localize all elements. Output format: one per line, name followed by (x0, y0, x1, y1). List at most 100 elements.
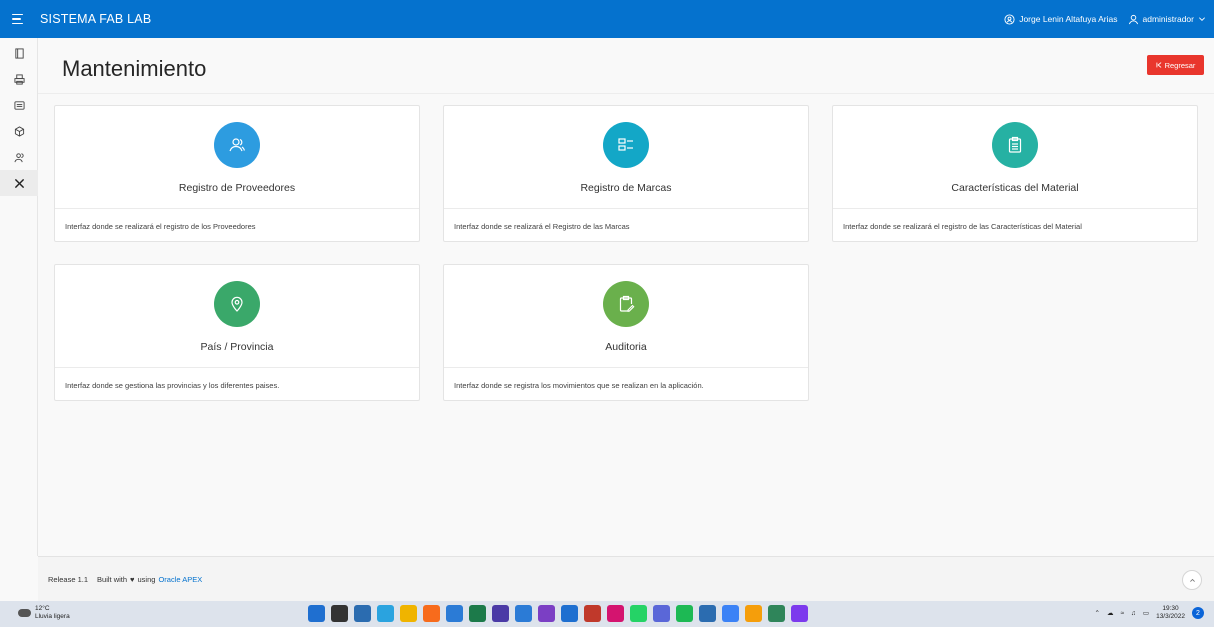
card-divider (444, 208, 808, 209)
taskbar-app-icon[interactable] (538, 605, 555, 622)
card-description: Interfaz donde se realizará el Registro … (454, 222, 630, 231)
card-auditoria[interactable]: Auditoria Interfaz donde se registra los… (443, 264, 809, 401)
chevron-down-icon (1199, 17, 1205, 21)
built-with-using: using (137, 574, 156, 584)
taskbar-app-icon[interactable] (630, 605, 647, 622)
oracle-apex-link[interactable]: Oracle APEX (158, 575, 202, 584)
card-registro-marcas[interactable]: Registro de Marcas Interfaz donde se rea… (443, 105, 809, 242)
taskbar-app-icon[interactable] (768, 605, 785, 622)
card-divider (55, 367, 419, 368)
card-title: Auditoria (605, 341, 647, 353)
card-description: Interfaz donde se registra los movimient… (454, 381, 704, 390)
built-with-text: Built with ♥ using Oracle APEX (97, 575, 202, 584)
taskbar-app-icon[interactable] (699, 605, 716, 622)
clipboard-list-icon (1008, 136, 1022, 153)
volume-icon[interactable]: ♫ (1131, 610, 1136, 617)
chevron-up-icon[interactable]: ⌃ (1095, 609, 1100, 617)
heart-icon: ♥ (130, 574, 135, 584)
user-role: administrador (1142, 14, 1195, 24)
top-app-bar: SISTEMA FAB LAB Jorge Lenin Altafuya Ari… (0, 0, 1214, 38)
card-icon-circle (214, 281, 260, 327)
scroll-to-top-button[interactable] (1182, 570, 1202, 590)
card-pais-provincia[interactable]: País / Provincia Interfaz donde se gesti… (54, 264, 420, 401)
card-caracteristicas-material[interactable]: Características del Material Interfaz do… (832, 105, 1198, 242)
page-title: Mantenimiento (62, 56, 207, 81)
cloud-icon (18, 609, 31, 617)
nav-item-cube[interactable] (0, 118, 38, 144)
taskbar-app-icon[interactable] (745, 605, 762, 622)
os-taskbar: 12°C Lluvia ligera ⌃ ☁ ≈ ♫ ▭ 19:30 13/3/… (0, 601, 1214, 627)
taskbar-app-icon[interactable] (584, 605, 601, 622)
temperature: 12°C (35, 605, 50, 612)
cloud-icon[interactable]: ☁ (1107, 609, 1114, 617)
nav-item-users[interactable] (0, 144, 38, 170)
clock-time: 19:30 (1162, 605, 1179, 612)
main-content: Mantenimiento Regresar Registro de Prove… (38, 38, 1214, 556)
nav-item-printer[interactable] (0, 66, 38, 92)
taskbar-app-icon[interactable] (653, 605, 670, 622)
clock-date: 13/3/2022 (1156, 613, 1185, 620)
taskbar-app-icon[interactable] (377, 605, 394, 622)
card-title: País / Provincia (200, 341, 274, 353)
back-button[interactable]: Regresar (1147, 55, 1204, 75)
card-divider (444, 367, 808, 368)
wifi-icon[interactable]: ≈ (1120, 610, 1124, 617)
taskbar-app-icon[interactable] (515, 605, 532, 622)
nav-item-tools[interactable] (0, 170, 38, 196)
card-icon-circle (992, 122, 1038, 168)
user-role-menu[interactable]: administrador (1128, 14, 1207, 25)
card-description: Interfaz donde se realizará el registro … (65, 222, 256, 231)
back-button-label: Regresar (1164, 60, 1196, 70)
list-icon (618, 138, 633, 151)
clipboard-edit-icon (619, 295, 635, 312)
weather-widget[interactable]: 12°C Lluvia ligera (18, 605, 70, 621)
system-tray: ⌃ ☁ ≈ ♫ ▭ 19:30 13/3/2022 2 (1095, 605, 1204, 621)
taskbar-app-icon[interactable] (492, 605, 509, 622)
user-name-menu[interactable]: Jorge Lenin Altafuya Arias (1004, 13, 1118, 25)
users-icon (13, 152, 24, 162)
card-registro-proveedores[interactable]: Registro de Proveedores Interfaz donde s… (54, 105, 420, 242)
card-title: Registro de Proveedores (178, 182, 296, 194)
users-icon (229, 138, 245, 152)
battery-icon[interactable]: ▭ (1143, 609, 1149, 617)
taskbar-app-icon[interactable] (400, 605, 417, 622)
user-icon (1128, 14, 1138, 24)
chevron-up-icon (1189, 578, 1195, 582)
user-badge-icon (1004, 13, 1015, 25)
hamburger-menu-icon[interactable] (12, 10, 30, 28)
cube-icon (14, 125, 24, 137)
list-box-icon (13, 100, 25, 110)
taskbar-app-icon[interactable] (446, 605, 463, 622)
app-title[interactable]: SISTEMA FAB LAB (40, 12, 151, 26)
taskbar-app-icon[interactable] (423, 605, 440, 622)
weather-condition: Lluvia ligera (35, 613, 70, 620)
file-icon (14, 47, 24, 59)
clock[interactable]: 19:30 13/3/2022 (1156, 605, 1185, 621)
map-pin-icon (231, 296, 243, 312)
notification-badge[interactable]: 2 (1192, 607, 1204, 619)
nav-item-list[interactable] (0, 92, 38, 118)
taskbar-app-icon[interactable] (354, 605, 371, 622)
card-title: Registro de Marcas (580, 182, 672, 194)
taskbar-app-icon[interactable] (722, 605, 739, 622)
card-divider (833, 208, 1197, 209)
taskbar-app-icon[interactable] (607, 605, 624, 622)
user-full-name: Jorge Lenin Altafuya Arias (1019, 14, 1118, 24)
taskbar-app-icon[interactable] (308, 605, 325, 622)
taskbar-app-icon[interactable] (469, 605, 486, 622)
taskbar-app-icon[interactable] (331, 605, 348, 622)
title-divider (38, 93, 1214, 94)
card-divider (55, 208, 419, 209)
card-description: Interfaz donde se realizará el registro … (843, 222, 1082, 231)
tools-icon (14, 178, 24, 188)
nav-item-file[interactable] (0, 40, 38, 66)
taskbar-app-icon[interactable] (561, 605, 578, 622)
card-icon-circle (214, 122, 260, 168)
release-version: Release 1.1 (48, 574, 89, 584)
built-with-prefix: Built with (97, 574, 128, 584)
printer-icon (13, 73, 25, 85)
side-navigation (0, 38, 38, 556)
taskbar-app-icon[interactable] (676, 605, 693, 622)
page-footer: Release 1.1 Built with ♥ using Oracle AP… (38, 556, 1214, 601)
taskbar-app-icon[interactable] (791, 605, 808, 622)
